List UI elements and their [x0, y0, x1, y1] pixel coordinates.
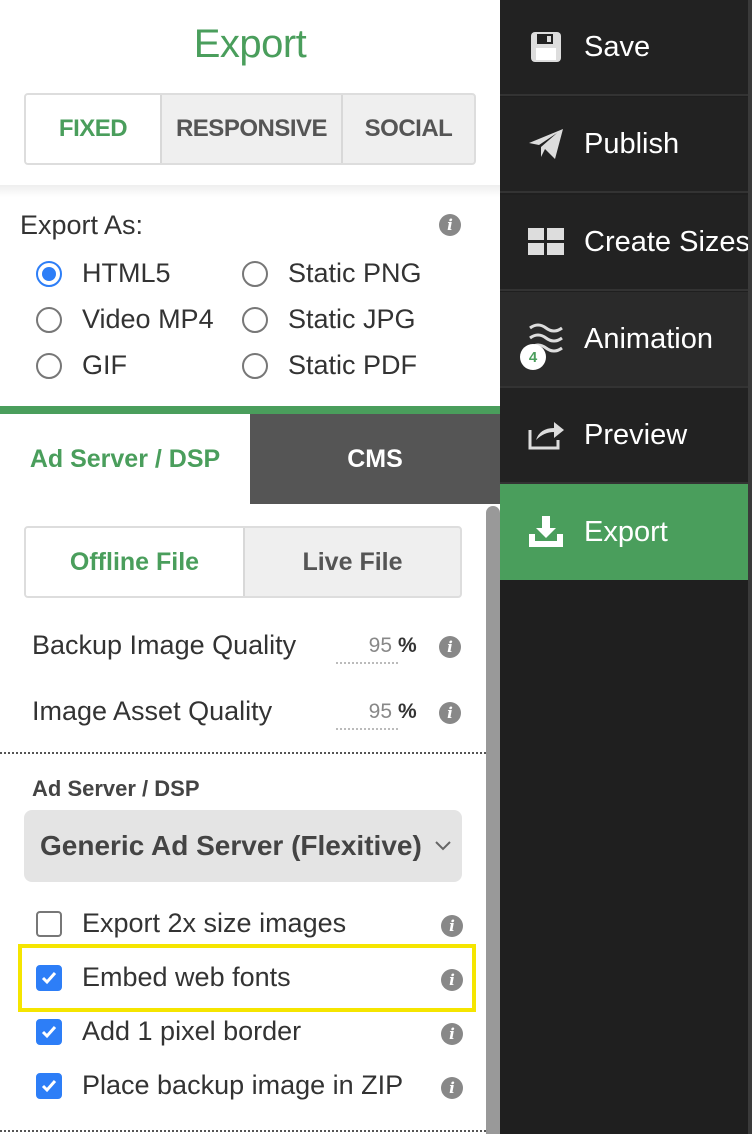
export-panel: Export FIXED RESPONSIVE SOCIAL Export As… [0, 0, 500, 1134]
checkbox-label: Place backup image in ZIP [82, 1070, 404, 1100]
checkbox-add-pixel-border[interactable]: Add 1 pixel border [36, 1016, 301, 1047]
info-icon[interactable]: i [441, 915, 463, 937]
radio-option-static-png[interactable]: Static PNG [242, 258, 422, 289]
tab-fixed[interactable]: FIXED [26, 95, 160, 163]
window-edge [748, 0, 752, 1134]
info-icon[interactable]: i [439, 702, 461, 724]
tab-social[interactable]: SOCIAL [341, 95, 474, 163]
sidebar-item-save[interactable]: Save [500, 0, 752, 96]
asset-quality-input[interactable]: 95 [336, 700, 398, 730]
radio-label: Static PDF [288, 350, 418, 380]
sidebar-item-label: Save [584, 30, 651, 63]
tab-offline-file[interactable]: Offline File [26, 528, 243, 596]
radio-icon[interactable] [36, 352, 62, 379]
radio-label: GIF [82, 350, 127, 380]
radio-label: Static PNG [288, 258, 422, 288]
info-icon[interactable]: i [441, 1023, 463, 1045]
radio-option-static-jpg[interactable]: Static JPG [242, 304, 416, 335]
radio-label: HTML5 [82, 258, 171, 288]
checkbox-export-2x[interactable]: Export 2x size images [36, 908, 346, 939]
paper-plane-icon [526, 124, 566, 164]
tab-indicator-bar [0, 406, 500, 414]
checkbox-checked-icon[interactable] [36, 964, 62, 991]
checkmark-icon [41, 1079, 57, 1092]
quality-label: Image Asset Quality [32, 696, 273, 726]
percent-unit: % [398, 634, 417, 657]
info-icon[interactable]: i [441, 969, 463, 991]
info-icon[interactable]: i [439, 214, 461, 236]
sidebar-item-label: Preview [584, 418, 688, 451]
share-icon [526, 415, 566, 455]
quality-label: Backup Image Quality [32, 630, 297, 660]
checkbox-label: Export 2x size images [82, 908, 347, 938]
section-divider [0, 752, 486, 754]
percent-unit: % [398, 700, 417, 723]
radio-selected-icon[interactable] [36, 260, 62, 287]
sidebar-item-create-sizes[interactable]: Create Sizes [500, 195, 752, 291]
sidebar-item-label: Animation [584, 322, 713, 355]
sidebar-item-label: Publish [584, 127, 680, 160]
tab-responsive[interactable]: RESPONSIVE [160, 95, 341, 163]
radio-option-video-mp4[interactable]: Video MP4 [36, 304, 214, 335]
animation-count-badge: 4 [520, 344, 546, 370]
radio-icon[interactable] [36, 306, 62, 333]
radio-label: Video MP4 [82, 304, 214, 334]
grid-icon [526, 222, 566, 262]
checkbox-label: Add 1 pixel border [82, 1016, 302, 1046]
tab-ad-server[interactable]: Ad Server / DSP [0, 414, 250, 504]
sidebar-item-animation[interactable]: 4 Animation [500, 292, 752, 388]
floppy-disk-icon [526, 27, 566, 67]
divider-shadow [0, 185, 500, 197]
radio-option-static-pdf[interactable]: Static PDF [242, 350, 417, 381]
checkmark-icon [41, 971, 57, 984]
checkbox-embed-web-fonts[interactable]: Embed web fonts [36, 962, 291, 993]
tab-cms[interactable]: CMS [250, 414, 500, 504]
sidebar-item-label: Create Sizes [584, 225, 751, 258]
scrollbar[interactable] [486, 506, 500, 1134]
backup-quality-input[interactable]: 95 [336, 634, 398, 664]
sidebar: Save Publish Create Sizes 4 Animation Pr… [500, 0, 752, 1134]
checkbox-checked-icon[interactable] [36, 1018, 62, 1045]
sidebar-item-preview[interactable]: Preview [500, 388, 752, 484]
panel-title: Export [193, 22, 307, 66]
info-icon[interactable]: i [441, 1077, 463, 1099]
image-asset-quality-row: Image Asset Quality 95 % [32, 696, 472, 736]
ad-server-select[interactable]: Generic Ad Server (Flexitive) [24, 810, 462, 882]
radio-icon[interactable] [242, 352, 268, 379]
chevron-down-icon [435, 841, 451, 851]
radio-icon[interactable] [242, 260, 268, 287]
ad-server-label: Ad Server / DSP [32, 776, 200, 801]
radio-option-gif[interactable]: GIF [36, 350, 127, 381]
sidebar-item-publish[interactable]: Publish [500, 97, 752, 193]
info-icon[interactable]: i [439, 636, 461, 658]
export-as-label: Export As: [20, 210, 144, 240]
ad-server-selected-value: Generic Ad Server (Flexitive) [40, 830, 422, 861]
checkbox-backup-in-zip[interactable]: Place backup image in ZIP [36, 1070, 403, 1101]
radio-label: Static JPG [288, 304, 416, 334]
section-divider [0, 1130, 486, 1132]
tab-live-file[interactable]: Live File [243, 528, 460, 596]
checkbox-icon[interactable] [36, 910, 62, 937]
checkbox-label: Embed web fonts [82, 962, 291, 992]
file-type-tabs: Offline File Live File [24, 526, 462, 598]
radio-icon[interactable] [242, 306, 268, 333]
backup-image-quality-row: Backup Image Quality 95 % [32, 630, 472, 670]
download-tray-icon [526, 512, 566, 552]
radio-option-html5[interactable]: HTML5 [36, 258, 171, 289]
checkbox-checked-icon[interactable] [36, 1072, 62, 1099]
sidebar-item-label: Export [584, 515, 668, 548]
format-tabs: FIXED RESPONSIVE SOCIAL [24, 93, 476, 165]
checkmark-icon [41, 1025, 57, 1038]
sidebar-item-export[interactable]: Export [500, 484, 752, 580]
